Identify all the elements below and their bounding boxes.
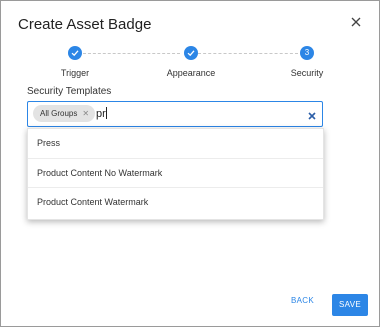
close-icon[interactable] xyxy=(347,13,365,31)
templates-dropdown: Press Product Content No Watermark Produ… xyxy=(27,128,324,220)
dropdown-option[interactable]: Product Content No Watermark xyxy=(28,158,323,188)
clear-icon[interactable] xyxy=(307,108,317,120)
search-text[interactable]: pr xyxy=(96,107,107,120)
step-trigger-check-icon xyxy=(68,46,82,60)
chip-all-groups: All Groups ✕ xyxy=(33,105,96,122)
back-button[interactable]: BACK xyxy=(291,296,314,305)
security-templates-input[interactable]: All Groups ✕ pr xyxy=(27,101,323,127)
dialog-title: Create Asset Badge xyxy=(18,16,152,33)
text-caret xyxy=(105,107,107,119)
dropdown-option[interactable]: Product Content Watermark xyxy=(28,187,323,217)
chip-label: All Groups xyxy=(40,109,78,118)
save-button[interactable]: SAVE xyxy=(332,294,368,316)
stepper-connector xyxy=(83,53,180,55)
chip-remove-icon[interactable]: ✕ xyxy=(82,105,89,122)
typed-value: pr xyxy=(96,108,106,120)
create-asset-badge-dialog: Create Asset Badge Trigger Appearance 3 … xyxy=(0,0,380,327)
step-label-trigger: Trigger xyxy=(60,68,90,78)
step-security-number: 3 xyxy=(300,46,314,60)
step-label-appearance: Appearance xyxy=(166,68,216,78)
stepper-connector xyxy=(198,53,298,55)
step-appearance-check-icon xyxy=(184,46,198,60)
dropdown-option[interactable]: Press xyxy=(28,129,323,158)
security-templates-label: Security Templates xyxy=(27,86,112,97)
step-label-security: Security xyxy=(290,68,324,78)
